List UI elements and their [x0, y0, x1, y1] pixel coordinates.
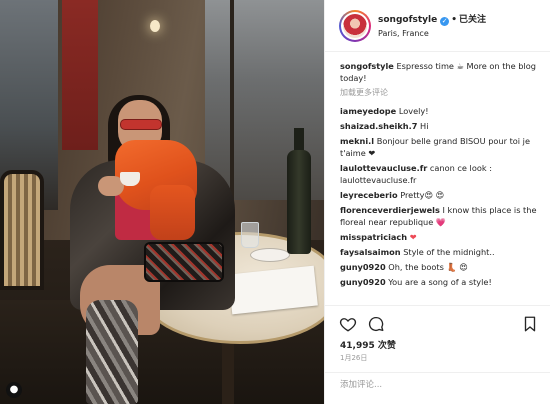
post-photo[interactable]: ●: [0, 0, 324, 404]
comment-username[interactable]: songofstyle: [340, 61, 394, 71]
location-link[interactable]: Paris, France: [378, 29, 429, 38]
comment-text: Hi: [420, 121, 429, 131]
comment-username[interactable]: florenceverdierjewels: [340, 205, 440, 215]
comment-row: shaizad.sheikh.7 Hi: [340, 120, 546, 132]
comment-username[interactable]: guny0920: [340, 262, 386, 272]
window-frame: [230, 0, 234, 200]
red-pillar: [62, 0, 98, 150]
following-button[interactable]: 已关注: [459, 15, 486, 25]
caption: songofstyle Espresso time ☕ More on the …: [340, 60, 546, 84]
comment-username[interactable]: laulottevaucluse.fr: [340, 163, 427, 173]
comment-row: guny0920 You are a song of a style!: [340, 276, 546, 288]
avatar[interactable]: [339, 10, 371, 42]
heart-icon[interactable]: [339, 315, 357, 333]
comment-username[interactable]: iameyedope: [340, 106, 396, 116]
bookmark-icon[interactable]: [521, 315, 539, 333]
comment-row: iameyedope Lovely!: [340, 105, 546, 117]
load-more-comments-button[interactable]: 加载更多评论: [340, 87, 546, 99]
comment-row: mekni.l Bonjour belle grand BISOU pour t…: [340, 135, 546, 159]
comment-row: leyreceberio Pretty😍 😍: [340, 189, 546, 201]
bistro-chair: [0, 170, 44, 290]
comment-row: laulottevaucluse.fr canon ce look : laul…: [340, 162, 546, 186]
comment-text: Pretty😍 😍: [400, 190, 445, 200]
red-sunglasses: [121, 120, 161, 129]
handbag: [144, 242, 224, 282]
comment-username[interactable]: mekni.l: [340, 136, 374, 146]
comment-row: guny0920 Oh, the boots 👢 😍: [340, 261, 546, 273]
espresso-cup: [120, 172, 140, 186]
comment-username[interactable]: guny0920: [340, 277, 386, 287]
user-tag-icon[interactable]: ●: [6, 382, 22, 398]
separator-dot: •: [451, 15, 457, 25]
post-actions: 41,995 次赞 1月26日 添加评论...: [325, 305, 550, 393]
comment-row: florenceverdierjewels I know this place …: [340, 204, 546, 228]
street-light: [150, 20, 160, 32]
comment-text: Oh, the boots 👢 😍: [388, 262, 468, 272]
header-user-line: songofstyle ✓ • 已关注: [378, 12, 486, 26]
comment-text: Lovely!: [398, 106, 429, 116]
comment-icon[interactable]: [367, 315, 385, 333]
water-glass: [241, 222, 259, 248]
add-comment-input[interactable]: 添加评论...: [325, 372, 550, 394]
saucer: [250, 248, 290, 262]
like-count[interactable]: 41,995 次赞: [340, 338, 396, 351]
snakeskin-boot: [86, 300, 138, 404]
comment-row: misspatriciach ❤: [340, 231, 546, 243]
post-detail-panel: songofstyle ✓ • 已关注 Paris, France songofsty…: [324, 0, 550, 404]
comment-username[interactable]: misspatriciach: [340, 232, 407, 242]
comment-username[interactable]: shaizad.sheikh.7: [340, 121, 417, 131]
comment-text: You are a song of a style!: [388, 277, 492, 287]
wine-bottle: [287, 150, 311, 254]
comment-list: songofstyle Espresso time ☕ More on the …: [340, 60, 546, 291]
orange-scarf-tail: [150, 185, 195, 240]
header-username[interactable]: songofstyle: [378, 15, 437, 25]
post-date: 1月26日: [340, 354, 368, 362]
verified-badge-icon: ✓: [440, 17, 450, 26]
table-leg: [222, 344, 234, 404]
comment-username[interactable]: leyreceberio: [340, 190, 398, 200]
comment-row: faysalsaimon Style of the midnight..: [340, 246, 546, 258]
avatar-image: [343, 14, 367, 38]
comment-username[interactable]: faysalsaimon: [340, 247, 401, 257]
comment-text: Style of the midnight..: [403, 247, 495, 257]
post-header: songofstyle ✓ • 已关注 Paris, France: [325, 0, 550, 52]
comment-text: ❤: [409, 232, 417, 242]
